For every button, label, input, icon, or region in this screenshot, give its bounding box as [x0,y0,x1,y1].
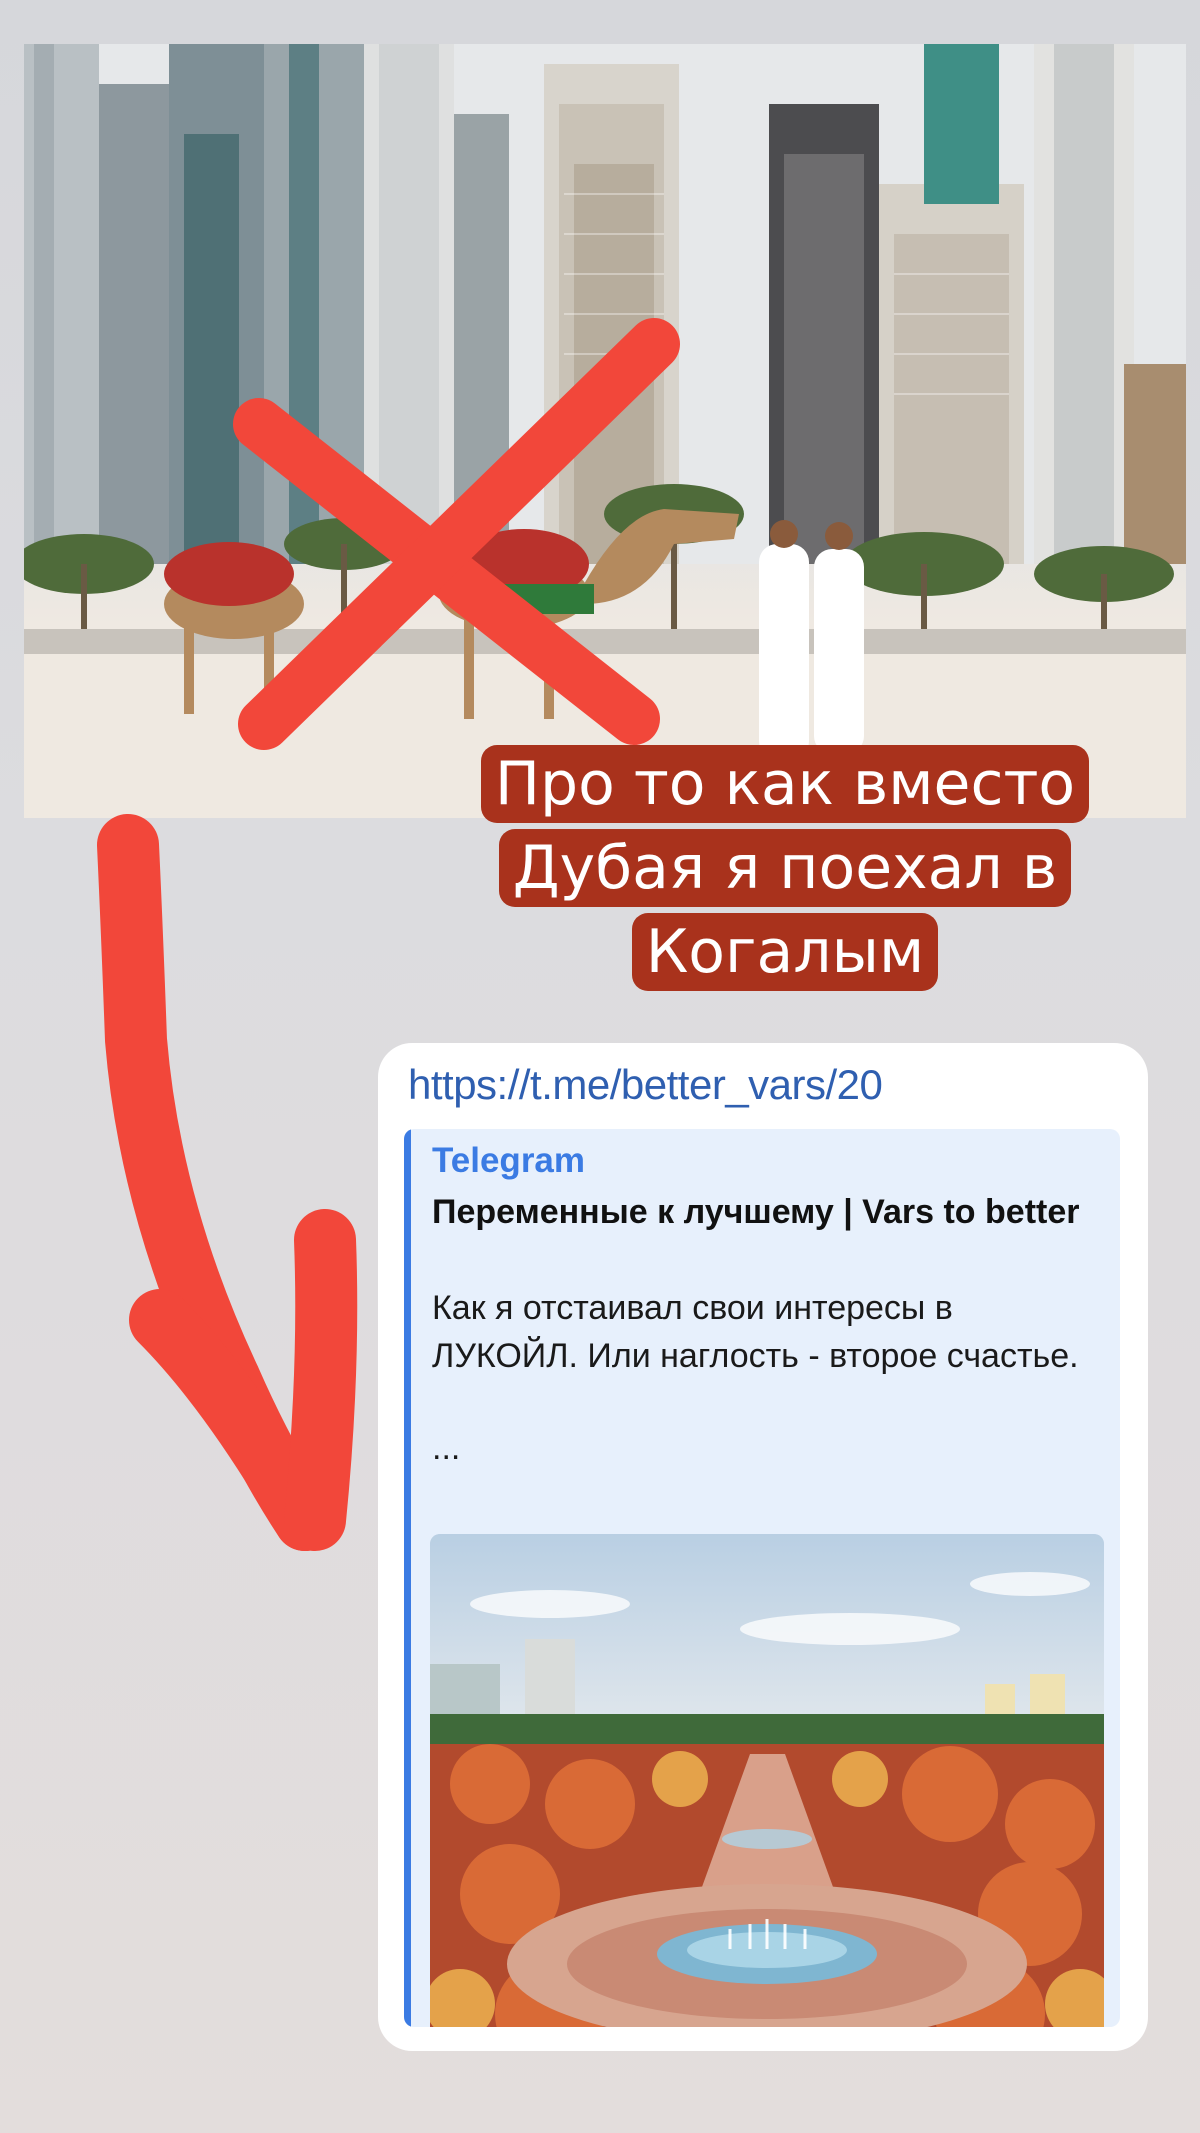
story-title-line-3: Когалым [631,913,939,991]
dubai-photo [24,44,1186,818]
hand-drawn-arrow-icon [97,814,358,1551]
kogalym-park-illustration [430,1534,1104,2027]
story-title-line-1: Про то как вместо [480,745,1090,823]
preview-description: Как я отстаивал свои интересы в ЛУКОЙЛ. … [432,1289,1079,1375]
preview-site-name: Telegram [432,1141,586,1180]
preview-image[interactable] [430,1534,1104,2027]
preview-ellipsis: ... [432,1429,461,1467]
story-title: Про то как вместо Дубая я поехал в Когал… [370,742,1200,994]
message-link[interactable]: https://t.me/better_vars/20 [408,1061,883,1109]
message-card: https://t.me/better_vars/20 Telegram Пер… [378,1043,1148,2051]
link-preview[interactable]: Telegram Переменные к лучшему | Vars to … [404,1129,1120,2027]
dubai-skyline-illustration [24,44,1186,818]
preview-accent-bar [404,1129,411,2027]
story-title-line-2: Дубая я поехал в [498,829,1072,907]
preview-title: Переменные к лучшему | Vars to better [432,1193,1080,1231]
